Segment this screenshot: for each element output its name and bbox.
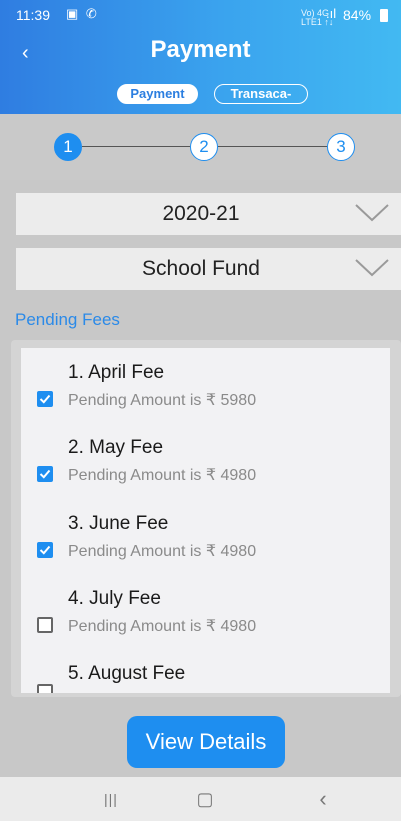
check-icon <box>39 545 51 555</box>
fee-list-container: 1. April Fee Pending Amount is ₹ 5980 2.… <box>11 340 401 697</box>
step-connector <box>82 146 190 147</box>
chevron-down-icon <box>355 259 389 277</box>
battery-icon <box>380 9 388 22</box>
checkbox-checked[interactable] <box>37 542 53 558</box>
list-item[interactable]: 1. April Fee Pending Amount is ₹ 5980 <box>21 362 390 438</box>
view-details-button[interactable]: View Details <box>127 716 285 768</box>
system-nav-bar: ||| ▢ ‹ <box>0 777 401 821</box>
page-title: Payment <box>150 36 251 63</box>
session-value: 2020-21 <box>162 202 240 225</box>
list-item[interactable]: 4. July Fee Pending Amount is ₹ 4980 <box>21 588 390 664</box>
status-time: 11:39 <box>16 7 50 23</box>
check-icon <box>39 469 51 479</box>
chevron-down-icon <box>355 204 389 222</box>
recent-apps-button[interactable]: ||| <box>96 785 126 813</box>
fee-title: 1. April Fee <box>68 362 165 383</box>
fee-type-value: School Fund <box>142 257 260 280</box>
checkbox-checked[interactable] <box>37 391 53 407</box>
status-bar: 11:39 ▣ ✆ Vo) 4G LTE1 ↑↓ .ıl 84% <box>0 0 401 30</box>
checkbox-checked[interactable] <box>37 466 53 482</box>
system-back-button[interactable]: ‹ <box>308 785 338 813</box>
fee-pending-amount: Pending Amount is ₹ 4980 <box>68 618 257 635</box>
session-dropdown[interactable]: 2020-21 <box>16 193 401 235</box>
home-icon: ▢ <box>196 789 214 809</box>
home-button[interactable]: ▢ <box>190 785 220 813</box>
list-item[interactable]: 5. August Fee <box>21 663 390 693</box>
checkbox-unchecked[interactable] <box>37 617 53 633</box>
back-icon: ‹ <box>319 786 327 811</box>
signal-icon: .ıl <box>326 6 337 21</box>
checkbox-unchecked[interactable] <box>37 684 53 693</box>
fee-title: 4. July Fee <box>68 588 161 609</box>
check-icon <box>39 394 51 404</box>
fee-pending-amount: Pending Amount is ₹ 4980 <box>68 543 257 560</box>
recent-apps-icon: ||| <box>104 791 118 807</box>
fee-title: 3. June Fee <box>68 513 169 534</box>
list-item[interactable]: 2. May Fee Pending Amount is ₹ 4980 <box>21 437 390 513</box>
fee-type-dropdown[interactable]: School Fund <box>16 248 401 290</box>
app-header: 11:39 ▣ ✆ Vo) 4G LTE1 ↑↓ .ıl 84% ‹ Payme… <box>0 0 401 114</box>
section-label: Pending Fees <box>15 310 120 329</box>
fee-list[interactable]: 1. April Fee Pending Amount is ₹ 5980 2.… <box>21 348 390 693</box>
step-3[interactable]: 3 <box>327 133 355 161</box>
fee-title: 5. August Fee <box>68 663 186 684</box>
step-2[interactable]: 2 <box>190 133 218 161</box>
fee-pending-amount: Pending Amount is ₹ 5980 <box>68 392 257 409</box>
battery-level: 84% <box>343 7 372 23</box>
fee-pending-amount: Pending Amount is ₹ 4980 <box>68 467 257 484</box>
step-1[interactable]: 1 <box>54 133 82 161</box>
fee-title: 2. May Fee <box>68 437 164 458</box>
tab-payment[interactable]: Payment <box>117 84 198 104</box>
list-item[interactable]: 3. June Fee Pending Amount is ₹ 4980 <box>21 513 390 589</box>
step-connector <box>218 146 327 147</box>
tab-transactions[interactable]: Transaca- <box>214 84 308 104</box>
notification-icons: ▣ ✆ <box>66 6 99 21</box>
